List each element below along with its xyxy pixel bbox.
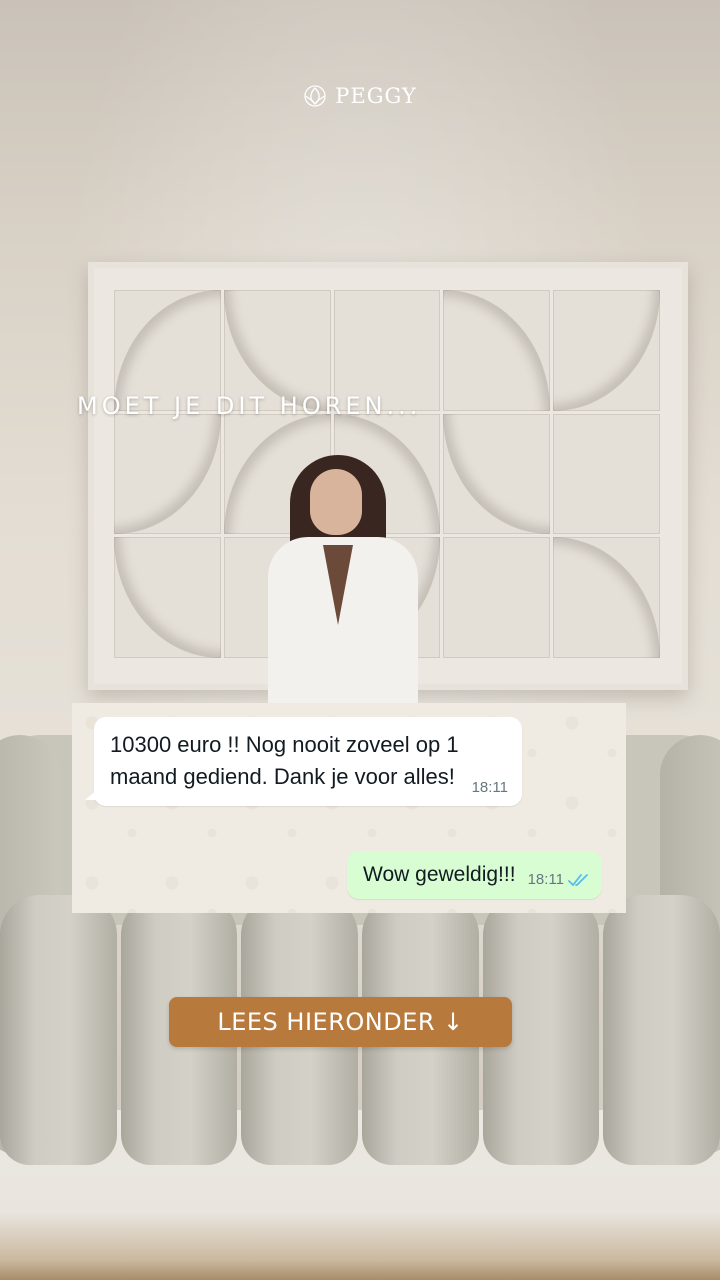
headline: MOET JE DIT HOREN... [77, 392, 422, 420]
arrow-down-icon: ↓ [443, 1008, 464, 1036]
art-tile [443, 290, 551, 411]
background-photo [0, 0, 720, 1280]
chat-screenshot: 10300 euro !! Nog nooit zoveel op 1 maan… [72, 703, 626, 913]
art-tile [114, 413, 221, 535]
art-tile [553, 537, 660, 658]
brand-logo: PEGGY [0, 84, 720, 108]
double-check-read-icon [568, 873, 588, 886]
outgoing-message-time: 18:11 [527, 871, 564, 888]
art-tile [553, 413, 660, 535]
art-tile [114, 537, 221, 658]
read-below-button[interactable]: LEES HIERONDER ↓ [169, 997, 512, 1047]
outgoing-message-text: Wow geweldig!!! [363, 863, 516, 886]
incoming-message-bubble: 10300 euro !! Nog nooit zoveel op 1 maan… [85, 717, 522, 806]
brand-name: PEGGY [335, 84, 417, 108]
art-tile [443, 537, 551, 658]
art-tile [443, 413, 551, 535]
outgoing-message-bubble: Wow geweldig!!! 18:11 [347, 851, 602, 899]
art-tile [553, 290, 660, 411]
woman-figure [268, 455, 418, 707]
lotus-leaf-icon [304, 85, 326, 107]
read-below-label: LEES HIERONDER [217, 1008, 436, 1036]
incoming-message-text: 10300 euro !! Nog nooit zoveel op 1 maan… [110, 732, 459, 789]
